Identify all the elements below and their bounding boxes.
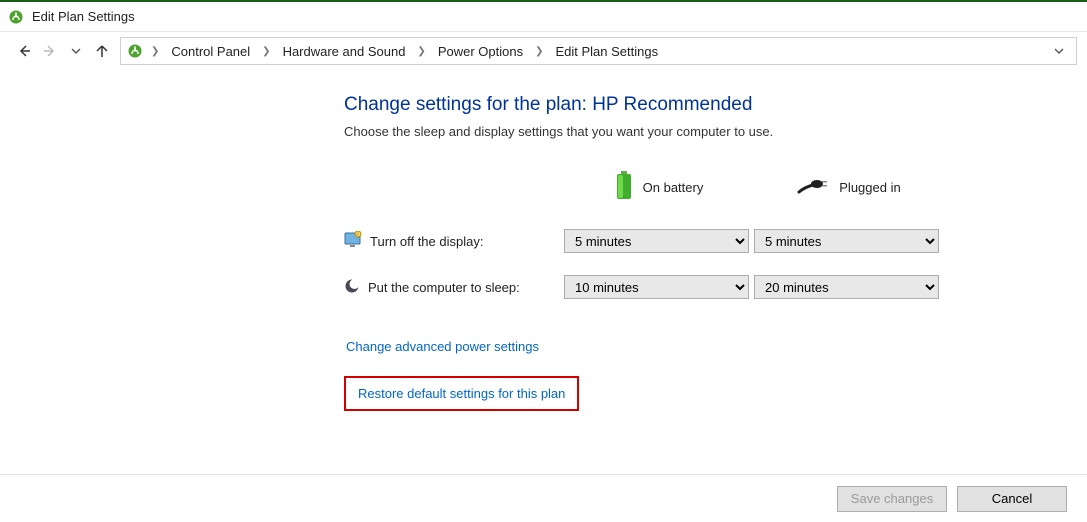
recent-locations-button[interactable] <box>68 43 84 59</box>
breadcrumb-dropdown[interactable] <box>1048 44 1070 59</box>
footer-bar: Save changes Cancel <box>0 474 1087 522</box>
monitor-icon <box>344 231 362 252</box>
moon-icon <box>344 278 360 297</box>
advanced-settings-link[interactable]: Change advanced power settings <box>344 337 541 356</box>
breadcrumb: ❯ Control Panel ❯ Hardware and Sound ❯ P… <box>120 37 1077 65</box>
row-label-sleep: Put the computer to sleep: <box>344 278 564 297</box>
main-content: Change settings for the plan: HP Recomme… <box>0 70 1087 411</box>
forward-button <box>42 43 58 59</box>
restore-defaults-link[interactable]: Restore default settings for this plan <box>356 384 567 403</box>
plug-icon <box>797 177 829 198</box>
restore-highlight-box: Restore default settings for this plan <box>344 376 579 411</box>
nav-row: ❯ Control Panel ❯ Hardware and Sound ❯ P… <box>0 32 1087 70</box>
chevron-right-icon[interactable]: ❯ <box>258 46 274 57</box>
column-label-battery: On battery <box>643 180 704 195</box>
page-heading: Change settings for the plan: HP Recomme… <box>344 94 1087 116</box>
settings-grid: On battery Plugged in <box>344 167 1087 299</box>
display-battery-select[interactable]: 5 minutes <box>564 229 749 253</box>
row-label-display: Turn off the display: <box>344 231 564 252</box>
page-subtext: Choose the sleep and display settings th… <box>344 124 1087 139</box>
breadcrumb-item-edit-plan[interactable]: Edit Plan Settings <box>551 42 662 61</box>
sleep-plugged-select[interactable]: 20 minutes <box>754 275 939 299</box>
column-header-plugged: Plugged in <box>754 167 944 207</box>
breadcrumb-item-control-panel[interactable]: Control Panel <box>167 42 254 61</box>
row-text-display: Turn off the display: <box>370 234 483 249</box>
battery-icon <box>615 171 633 204</box>
chevron-right-icon[interactable]: ❯ <box>147 46 163 57</box>
window-title: Edit Plan Settings <box>32 9 135 24</box>
back-button[interactable] <box>16 43 32 59</box>
display-plugged-select[interactable]: 5 minutes <box>754 229 939 253</box>
breadcrumb-item-power-options[interactable]: Power Options <box>434 42 527 61</box>
breadcrumb-item-hardware-sound[interactable]: Hardware and Sound <box>279 42 410 61</box>
column-header-battery: On battery <box>564 167 754 207</box>
sleep-battery-select[interactable]: 10 minutes <box>564 275 749 299</box>
column-label-plugged: Plugged in <box>839 180 900 195</box>
title-bar: Edit Plan Settings <box>0 2 1087 32</box>
breadcrumb-app-icon <box>127 43 143 59</box>
app-icon <box>8 9 24 25</box>
chevron-right-icon[interactable]: ❯ <box>531 46 547 57</box>
row-text-sleep: Put the computer to sleep: <box>368 280 520 295</box>
save-button: Save changes <box>837 486 947 512</box>
up-button[interactable] <box>94 43 110 59</box>
chevron-right-icon[interactable]: ❯ <box>413 46 429 57</box>
cancel-button[interactable]: Cancel <box>957 486 1067 512</box>
links-section: Change advanced power settings Restore d… <box>344 337 1087 411</box>
